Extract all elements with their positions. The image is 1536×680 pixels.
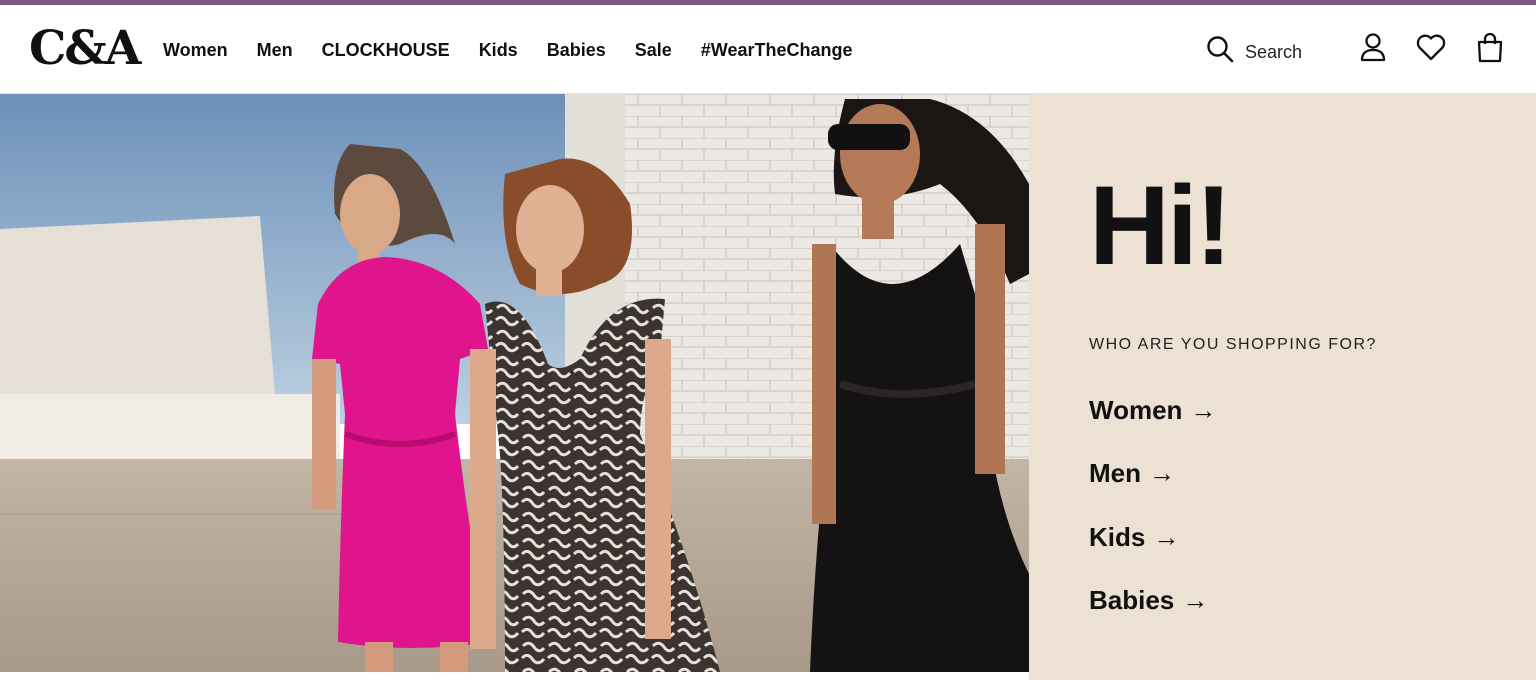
account-button[interactable]	[1357, 32, 1389, 67]
heart-icon	[1415, 33, 1447, 66]
hero-image[interactable]	[0, 94, 1029, 672]
page-bottom-edge	[0, 672, 1029, 680]
rooftop-wall	[0, 216, 275, 424]
shopping-bag-icon	[1476, 31, 1504, 68]
shopping-question: WHO ARE YOU SHOPPING FOR?	[1089, 336, 1377, 353]
user-icon	[1359, 32, 1387, 67]
greeting-panel: Hi! WHO ARE YOU SHOPPING FOR? Women → Me…	[1029, 94, 1536, 680]
audience-link-babies[interactable]: Babies →	[1089, 583, 1216, 619]
brand-logo[interactable]: C&A	[29, 23, 141, 75]
greeting-heading: Hi!	[1089, 163, 1232, 288]
audience-link-men[interactable]: Men →	[1089, 456, 1216, 492]
audience-link-label: Men	[1089, 458, 1141, 488]
arrow-right-icon: →	[1190, 394, 1217, 425]
shopping-bag-button[interactable]	[1474, 31, 1506, 68]
nav-item-men[interactable]: Men	[257, 37, 293, 63]
nav-item-wearthechange[interactable]: #WearTheChange	[701, 37, 853, 63]
nav-item-kids[interactable]: Kids	[479, 37, 518, 63]
wishlist-button[interactable]	[1415, 33, 1447, 65]
search-icon	[1206, 35, 1234, 68]
audience-link-label: Women	[1089, 394, 1183, 425]
audience-links: Women → Men → Kids → Babies →	[1089, 392, 1216, 646]
audience-link-kids[interactable]: Kids →	[1089, 519, 1216, 555]
search-label: Search	[1245, 41, 1303, 62]
arrow-right-icon: →	[1182, 585, 1209, 615]
arrow-right-icon: →	[1153, 521, 1180, 552]
search-button[interactable]: Search	[1206, 35, 1302, 68]
site-header: C&A Women Men CLOCKHOUSE Kids Babies Sal…	[0, 5, 1536, 94]
audience-link-label: Babies	[1089, 585, 1175, 615]
nav-item-clockhouse[interactable]: CLOCKHOUSE	[322, 37, 450, 63]
audience-link-women[interactable]: Women →	[1089, 392, 1216, 428]
main-navigation: Women Men CLOCKHOUSE Kids Babies Sale #W…	[163, 37, 881, 63]
arrow-right-icon: →	[1149, 458, 1175, 488]
nav-item-women[interactable]: Women	[163, 37, 228, 63]
nav-item-sale[interactable]: Sale	[635, 37, 672, 63]
nav-item-babies[interactable]: Babies	[547, 37, 606, 63]
model-black-jumpsuit	[810, 99, 1029, 672]
audience-link-label: Kids	[1089, 521, 1146, 552]
